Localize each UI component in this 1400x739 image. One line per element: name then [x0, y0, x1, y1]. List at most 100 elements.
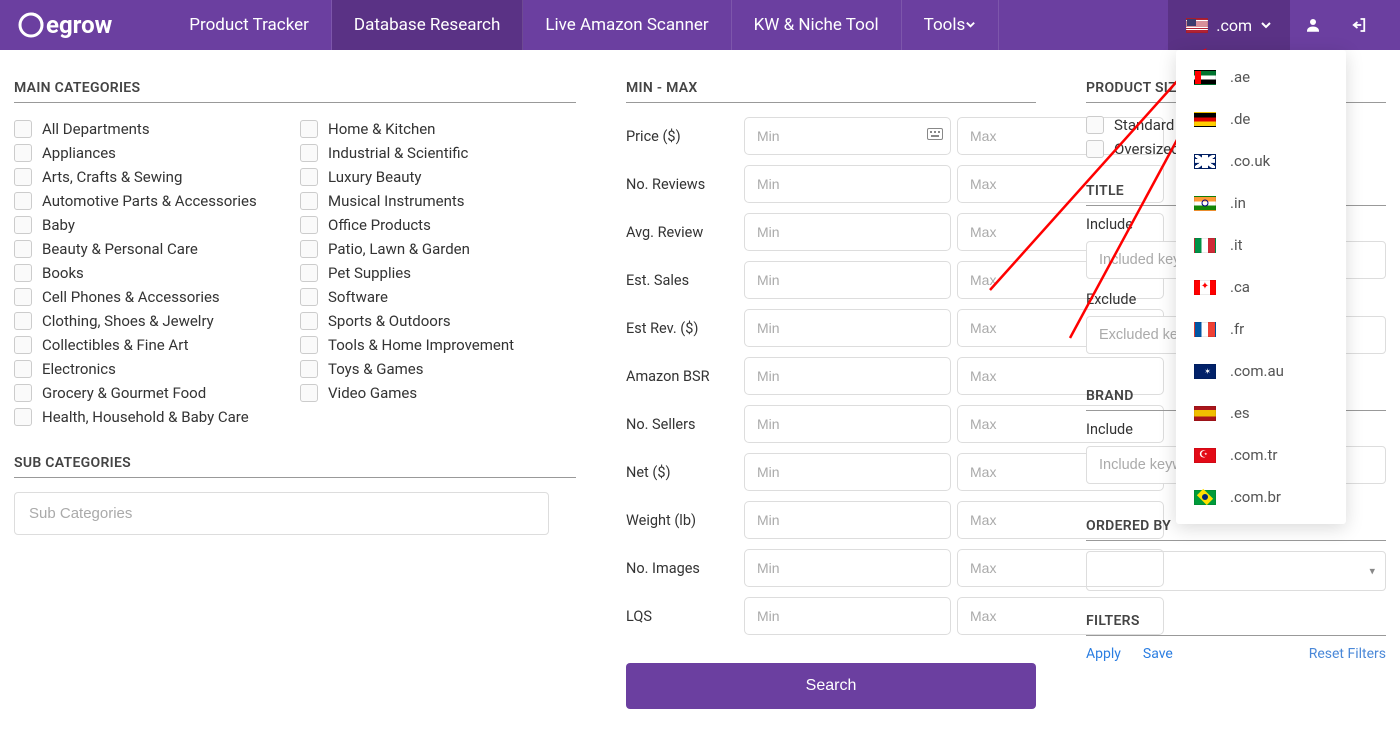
- domain-option-label: .in: [1230, 194, 1246, 212]
- minmax-label: Est. Sales: [626, 272, 736, 289]
- checkbox-icon: [300, 168, 318, 186]
- ordered-by-select[interactable]: ▾: [1086, 551, 1386, 591]
- subcategories-input[interactable]: [14, 492, 549, 535]
- domain-selected-label: .com: [1216, 16, 1252, 35]
- flag-tr-icon: [1194, 448, 1216, 463]
- category-checkbox-item[interactable]: Industrial & Scientific: [300, 141, 576, 165]
- product-size-label: Oversized: [1114, 140, 1180, 158]
- category-label: All Departments: [42, 120, 150, 138]
- domain-option[interactable]: .ae: [1176, 56, 1346, 98]
- nav-item[interactable]: Live Amazon Scanner: [523, 0, 731, 50]
- min-input[interactable]: [744, 549, 951, 587]
- reset-filters-link[interactable]: Reset Filters: [1309, 646, 1386, 662]
- checkbox-icon: [14, 384, 32, 402]
- domain-option[interactable]: .com.tr: [1176, 434, 1346, 476]
- checkbox-icon: [300, 336, 318, 354]
- checkbox-icon: [14, 240, 32, 258]
- category-checkbox-item[interactable]: Cell Phones & Accessories: [14, 285, 290, 309]
- min-input[interactable]: [744, 357, 951, 395]
- category-label: Toys & Games: [328, 360, 424, 378]
- user-account-button[interactable]: [1290, 0, 1336, 50]
- category-checkbox-item[interactable]: Health, Household & Baby Care: [14, 405, 290, 429]
- checkbox-icon: [300, 360, 318, 378]
- checkbox-icon: [14, 312, 32, 330]
- min-input[interactable]: [744, 405, 951, 443]
- search-button[interactable]: Search: [626, 663, 1036, 709]
- min-input[interactable]: [744, 501, 951, 539]
- checkbox-icon: [14, 336, 32, 354]
- domain-option[interactable]: .es: [1176, 392, 1346, 434]
- brand-logo[interactable]: egrow: [18, 11, 112, 39]
- brand-name: egrow: [46, 11, 112, 39]
- category-label: Sports & Outdoors: [328, 312, 451, 330]
- checkbox-icon: [14, 144, 32, 162]
- category-checkbox-item[interactable]: Arts, Crafts & Sewing: [14, 165, 290, 189]
- category-checkbox-item[interactable]: Baby: [14, 213, 290, 237]
- checkbox-icon: [14, 120, 32, 138]
- minmax-row: No. Reviews: [626, 165, 1036, 203]
- category-checkbox-item[interactable]: Sports & Outdoors: [300, 309, 576, 333]
- min-input[interactable]: [744, 597, 951, 635]
- domain-option[interactable]: .fr: [1176, 308, 1346, 350]
- apply-filters-link[interactable]: Apply: [1086, 646, 1121, 662]
- category-checkbox-item[interactable]: Beauty & Personal Care: [14, 237, 290, 261]
- category-checkbox-item[interactable]: Tools & Home Improvement: [300, 333, 576, 357]
- category-checkbox-item[interactable]: Grocery & Gourmet Food: [14, 381, 290, 405]
- category-checkbox-item[interactable]: Luxury Beauty: [300, 165, 576, 189]
- category-checkbox-item[interactable]: Video Games: [300, 381, 576, 405]
- domain-option[interactable]: .com.au: [1176, 350, 1346, 392]
- category-label: Automotive Parts & Accessories: [42, 192, 257, 210]
- checkbox-icon: [300, 216, 318, 234]
- category-checkbox-item[interactable]: Patio, Lawn & Garden: [300, 237, 576, 261]
- category-checkbox-item[interactable]: Electronics: [14, 357, 290, 381]
- nav-item[interactable]: KW & Niche Tool: [732, 0, 902, 50]
- domain-option[interactable]: .co.uk: [1176, 140, 1346, 182]
- category-label: Books: [42, 264, 84, 282]
- min-input[interactable]: [744, 453, 951, 491]
- checkbox-icon: [300, 264, 318, 282]
- min-input[interactable]: [744, 165, 951, 203]
- category-checkbox-item[interactable]: Software: [300, 285, 576, 309]
- category-checkbox-item[interactable]: Pet Supplies: [300, 261, 576, 285]
- domain-option[interactable]: .ca: [1176, 266, 1346, 308]
- category-checkbox-item[interactable]: Clothing, Shoes & Jewelry: [14, 309, 290, 333]
- chevron-down-icon: [965, 15, 976, 35]
- checkbox-icon: [14, 216, 32, 234]
- category-checkbox-item[interactable]: Collectibles & Fine Art: [14, 333, 290, 357]
- domain-option[interactable]: .it: [1176, 224, 1346, 266]
- category-label: Clothing, Shoes & Jewelry: [42, 312, 214, 330]
- chevron-down-icon: [1260, 16, 1272, 35]
- nav-item[interactable]: Database Research: [332, 0, 523, 50]
- domain-option-label: .co.uk: [1230, 152, 1270, 170]
- nav-item[interactable]: Product Tracker: [167, 0, 332, 50]
- domain-selector[interactable]: .com: [1168, 0, 1290, 50]
- domain-option-label: .ae: [1230, 68, 1250, 86]
- save-filters-link[interactable]: Save: [1143, 646, 1173, 662]
- min-input[interactable]: [744, 117, 951, 155]
- category-checkbox-item[interactable]: Appliances: [14, 141, 290, 165]
- category-label: Software: [328, 288, 388, 306]
- domain-option[interactable]: .de: [1176, 98, 1346, 140]
- min-input[interactable]: [744, 213, 951, 251]
- category-checkbox-item[interactable]: Toys & Games: [300, 357, 576, 381]
- minmax-row: Price ($): [626, 117, 1036, 155]
- min-input[interactable]: [744, 309, 951, 347]
- domain-option-label: .com.au: [1230, 362, 1284, 380]
- min-input[interactable]: [744, 261, 951, 299]
- domain-option[interactable]: .com.br: [1176, 476, 1346, 518]
- checkbox-icon: [14, 360, 32, 378]
- category-label: Beauty & Personal Care: [42, 240, 198, 258]
- checkbox-icon: [300, 120, 318, 138]
- category-checkbox-item[interactable]: Musical Instruments: [300, 189, 576, 213]
- logout-button[interactable]: [1336, 0, 1382, 50]
- category-checkbox-item[interactable]: Books: [14, 261, 290, 285]
- category-checkbox-item[interactable]: Home & Kitchen: [300, 117, 576, 141]
- minmax-label: No. Sellers: [626, 416, 736, 433]
- domain-option-label: .com.tr: [1230, 446, 1277, 464]
- domain-option[interactable]: .in: [1176, 182, 1346, 224]
- category-checkbox-item[interactable]: All Departments: [14, 117, 290, 141]
- category-checkbox-item[interactable]: Office Products: [300, 213, 576, 237]
- nav-item[interactable]: Tools: [902, 0, 1000, 50]
- category-checkbox-item[interactable]: Automotive Parts & Accessories: [14, 189, 290, 213]
- minmax-label: Price ($): [626, 128, 736, 145]
